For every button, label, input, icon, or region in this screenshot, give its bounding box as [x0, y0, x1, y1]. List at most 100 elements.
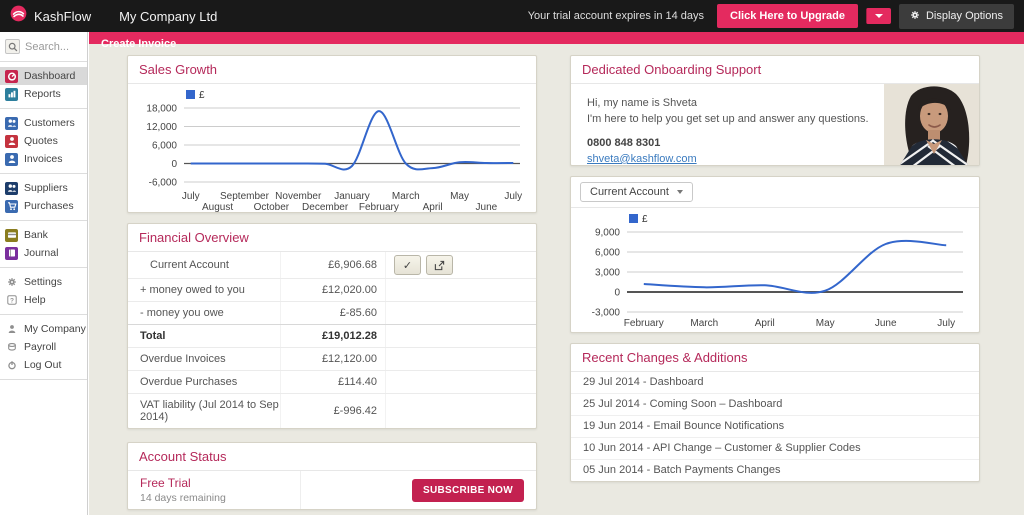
chevron-down-icon — [875, 14, 883, 18]
sidebar-item-label: Journal — [24, 247, 58, 259]
sidebar-item-my-company-ltd[interactable]: My Company Ltd — [0, 320, 87, 338]
chart-icon — [5, 88, 18, 101]
sidebar-item-customers[interactable]: Customers — [0, 114, 87, 132]
svg-text:0: 0 — [171, 159, 177, 170]
chevron-down-icon — [677, 190, 683, 194]
create-invoice-button[interactable]: Create Invoice — [866, 8, 891, 24]
finance-row-label: Current Account — [128, 252, 281, 278]
svg-text:September: September — [220, 191, 270, 202]
finance-row-actions — [386, 325, 536, 347]
change-log-item[interactable]: 29 Jul 2014 - Dashboard — [571, 372, 979, 394]
search-icon[interactable] — [5, 39, 20, 54]
subscribe-now-button[interactable]: SUBSCRIBE NOW — [412, 479, 524, 502]
sidebar-item-log-out[interactable]: Log Out — [0, 356, 87, 374]
finance-row-actions — [386, 348, 536, 370]
svg-text:9,000: 9,000 — [595, 228, 620, 239]
svg-text:February: February — [624, 318, 664, 329]
sidebar-group: Suppliers Purchases — [0, 174, 87, 221]
account-selector-dropdown[interactable]: Current Account — [580, 182, 693, 202]
sidebar-item-journal[interactable]: Journal — [0, 244, 87, 262]
svg-text:December: December — [302, 202, 349, 212]
finance-row-label: Overdue Purchases — [128, 371, 281, 393]
change-log-item[interactable]: 05 Jun 2014 - Batch Payments Changes — [571, 460, 979, 481]
sidebar-group: Dashboard Reports — [0, 62, 87, 109]
change-log-item[interactable]: 25 Jul 2014 - Coming Soon – Dashboard — [571, 394, 979, 416]
finance-row-value: £-85.60 — [281, 302, 386, 324]
support-email-link[interactable]: shveta@kashflow.com — [587, 153, 697, 165]
sidebar-item-label: Settings — [24, 276, 62, 288]
svg-text:August: August — [202, 202, 233, 212]
svg-text:February: February — [359, 202, 399, 212]
sidebar-item-purchases[interactable]: Purchases — [0, 197, 87, 215]
svg-text:April: April — [423, 202, 443, 212]
finance-row: Overdue Purchases£114.40 — [128, 370, 536, 393]
sidebar-item-settings[interactable]: Settings — [0, 273, 87, 291]
create-invoice-dropdown[interactable] — [866, 8, 891, 24]
svg-text:April: April — [755, 318, 775, 329]
svg-text:January: January — [334, 191, 370, 202]
person-icon — [5, 135, 18, 148]
finance-row: VAT liability (Jul 2014 to Sep 2014)£-99… — [128, 393, 536, 428]
svg-text:May: May — [816, 318, 835, 329]
upgrade-button[interactable]: Click Here to Upgrade — [717, 4, 858, 28]
change-log-item[interactable]: 19 Jun 2014 - Email Bounce Notifications — [571, 416, 979, 438]
svg-text:-3,000: -3,000 — [592, 308, 621, 319]
svg-text:6,000: 6,000 — [595, 248, 620, 259]
finance-row-label: - money you owe — [128, 302, 281, 324]
display-options-button[interactable]: Display Options — [899, 4, 1014, 29]
svg-text:12,000: 12,000 — [146, 122, 177, 133]
finance-row-actions — [386, 279, 536, 301]
finance-row: Current Account£6,906.68 ✓ — [128, 252, 536, 278]
sidebar-item-help[interactable]: ?Help — [0, 291, 87, 309]
finance-row-value: £6,906.68 — [281, 252, 386, 278]
sidebar-item-label: Dashboard — [24, 70, 75, 82]
sidebar-item-dashboard[interactable]: Dashboard — [0, 67, 87, 85]
finance-row-value: £-996.42 — [281, 394, 386, 428]
kashflow-brand[interactable]: KashFlow — [0, 5, 101, 27]
sidebar-item-suppliers[interactable]: Suppliers — [0, 179, 87, 197]
sidebar-item-label: Bank — [24, 229, 48, 241]
account-selector-value: Current Account — [590, 186, 669, 198]
days-remaining: 14 days remaining — [140, 492, 288, 504]
sidebar-item-label: Purchases — [24, 200, 74, 212]
sidebar-search — [0, 32, 87, 62]
sidebar-group: Bank Journal — [0, 221, 87, 268]
finance-row-actions — [386, 302, 536, 324]
sidebar-item-quotes[interactable]: Quotes — [0, 132, 87, 150]
export-button[interactable] — [426, 255, 453, 275]
top-bar: KashFlow My Company Ltd Your trial accou… — [0, 0, 1024, 32]
finance-row-value: £114.40 — [281, 371, 386, 393]
finance-row-value: £12,020.00 — [281, 279, 386, 301]
sidebar-item-reports[interactable]: Reports — [0, 85, 87, 103]
svg-text:-6,000: -6,000 — [149, 178, 178, 189]
svg-text:?: ? — [10, 297, 14, 304]
panel-title-onboarding: Dedicated Onboarding Support — [571, 56, 979, 84]
sidebar-item-invoices[interactable]: Invoices — [0, 150, 87, 168]
svg-text:July: July — [504, 191, 522, 202]
sidebar-group: CustomersQuotesInvoices — [0, 109, 87, 174]
finance-row-label: VAT liability (Jul 2014 to Sep 2014) — [128, 394, 281, 428]
change-log-item[interactable]: 10 Jun 2014 - API Change – Customer & Su… — [571, 438, 979, 460]
svg-text:£: £ — [199, 90, 205, 101]
search-input[interactable] — [25, 41, 81, 53]
svg-text:March: March — [690, 318, 718, 329]
reconcile-check-button[interactable]: ✓ — [394, 255, 421, 275]
svg-text:July: July — [182, 191, 200, 202]
sidebar-item-label: Suppliers — [24, 182, 68, 194]
panel-title-recent-changes: Recent Changes & Additions — [571, 344, 979, 372]
panel-title-sales-growth: Sales Growth — [128, 56, 536, 84]
gear-icon — [5, 276, 18, 289]
svg-text:June: June — [476, 202, 498, 212]
finance-row-label: Overdue Invoices — [128, 348, 281, 370]
svg-text:6,000: 6,000 — [152, 141, 177, 152]
sidebar-item-bank[interactable]: Bank — [0, 226, 87, 244]
current-account-chart: -3,00003,0006,0009,000FebruaryMarchApril… — [571, 208, 977, 332]
finance-row-value: £12,120.00 — [281, 348, 386, 370]
panel-title-financial-overview: Financial Overview — [128, 224, 536, 252]
payroll-icon — [5, 341, 18, 354]
user-icon — [5, 323, 18, 336]
gear-icon — [910, 10, 920, 23]
sidebar-item-payroll[interactable]: Payroll — [0, 338, 87, 356]
sidebar-item-label: Log Out — [24, 359, 61, 371]
onboarding-support-panel: Dedicated Onboarding Support Hi, my name… — [570, 55, 980, 166]
